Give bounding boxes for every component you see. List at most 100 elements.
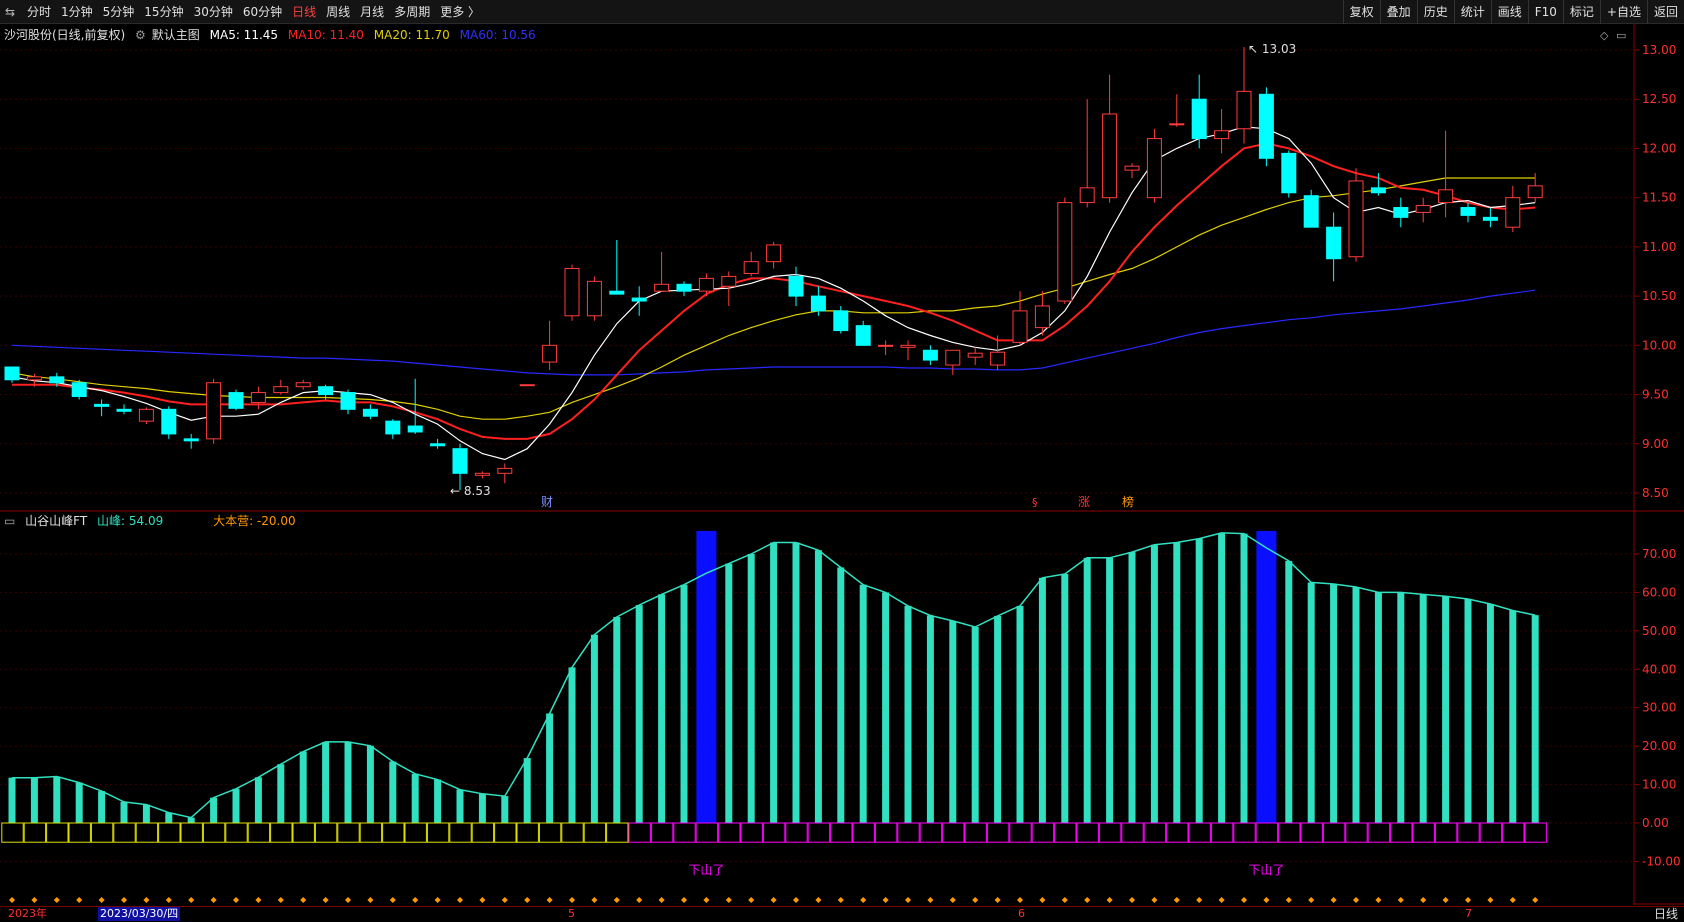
price-tick-label: 8.50 — [1642, 486, 1669, 500]
mountain-bar — [1352, 587, 1360, 823]
camp-box — [202, 822, 226, 843]
camp-box — [68, 822, 91, 843]
mountain-bar — [590, 634, 598, 823]
x-month-5: 5 — [568, 907, 575, 920]
candle-body — [1012, 310, 1028, 343]
mountain-bar — [725, 563, 733, 823]
mountain-bar — [501, 796, 509, 823]
candle-body — [990, 351, 1006, 366]
dot-marker — [1353, 897, 1359, 903]
mountain-bar — [1531, 615, 1539, 823]
dot-marker — [1308, 897, 1315, 903]
x-date-cursor: 2023/03/30/四 — [98, 907, 181, 921]
mountain-bar — [971, 627, 979, 823]
dot-marker — [770, 897, 777, 903]
camp-box — [1524, 822, 1547, 843]
dot-marker — [300, 897, 307, 903]
mountain-bar — [30, 777, 38, 823]
camp-box — [1031, 822, 1055, 843]
event-marker-bang: 榜 — [1122, 494, 1134, 509]
dot-marker — [322, 897, 329, 903]
kline-chart[interactable]: 13.00 12.50 12.00 11.50 11.00 10.50 10.00 9.50 9… — [0, 0, 1684, 905]
dot-marker — [210, 897, 217, 903]
candle-body — [721, 275, 737, 287]
mountain-bar — [210, 797, 218, 823]
candle-body — [564, 268, 580, 317]
candle-body — [766, 244, 782, 263]
candle-body — [318, 386, 334, 396]
candle-body — [116, 408, 132, 412]
camp-box — [1233, 822, 1256, 843]
mountain-bar — [568, 667, 576, 823]
mountain-bar — [1195, 538, 1203, 823]
dot-marker — [345, 897, 351, 903]
candle-body — [1258, 93, 1274, 159]
candle-body — [1393, 207, 1409, 218]
mountain-bar — [949, 620, 957, 823]
mountain-bar — [1307, 582, 1315, 823]
dot-marker — [1061, 897, 1068, 903]
candle-body — [743, 261, 759, 274]
dot-marker — [1173, 897, 1180, 903]
candle-body — [1460, 207, 1476, 216]
dot-marker — [1420, 897, 1427, 903]
dot-marker — [591, 897, 598, 903]
camp-box — [158, 822, 181, 843]
mountain-bar — [299, 751, 307, 823]
candle-body — [362, 408, 378, 417]
dot-marker — [479, 897, 486, 903]
dot-marker — [1106, 897, 1113, 903]
ind-tick-label: 30.00 — [1642, 701, 1676, 715]
camp-box — [449, 822, 472, 843]
candle-body — [1326, 226, 1342, 260]
dot-marker — [143, 897, 150, 903]
candle-body — [206, 382, 222, 440]
candle-body — [340, 392, 356, 410]
camp-box — [382, 822, 405, 843]
dot-marker — [1084, 897, 1091, 903]
camp-box — [919, 822, 943, 843]
ma60-line — [11, 289, 1536, 376]
dot-marker — [1285, 897, 1292, 903]
camp-box — [1143, 822, 1167, 843]
candle-body — [26, 376, 42, 381]
mountain-bar — [322, 741, 330, 823]
camp-box — [1166, 822, 1189, 843]
candle-body — [922, 349, 938, 361]
dot-marker — [1196, 897, 1203, 903]
mountain-bar — [1486, 603, 1494, 823]
candle-body — [1236, 90, 1252, 130]
candle-body — [1102, 113, 1118, 199]
mountain-bar — [187, 817, 195, 823]
mountain-bar — [994, 615, 1002, 823]
dot-marker — [725, 897, 732, 903]
candle-body — [1079, 187, 1095, 204]
event-marker-cai: 财 — [541, 495, 553, 509]
candle-body — [407, 425, 423, 433]
dot-marker — [31, 897, 38, 903]
dot-marker — [501, 897, 508, 903]
ind-tick-label: 50.00 — [1642, 624, 1676, 638]
dot-marker — [434, 897, 441, 903]
dot-marker — [367, 897, 374, 903]
dot-marker — [636, 897, 643, 903]
dot-marker — [255, 897, 262, 903]
dot-marker — [121, 897, 127, 903]
mountain-bar — [926, 615, 934, 823]
dot-marker — [546, 897, 553, 903]
camp-box — [1255, 822, 1279, 843]
camp-box — [583, 822, 607, 843]
dot-marker — [927, 897, 934, 903]
candle-body — [609, 290, 625, 295]
candle-body — [138, 408, 154, 422]
dot-marker — [613, 897, 620, 903]
mountain-bar — [1509, 610, 1517, 823]
camp-box — [1479, 822, 1503, 843]
candle-body — [900, 344, 916, 348]
mountain-bar — [165, 812, 173, 823]
dot-marker — [1532, 897, 1539, 903]
mountain-bar — [747, 554, 755, 823]
camp-box — [426, 822, 450, 843]
candle-body — [94, 403, 110, 407]
mountain-bar — [1173, 542, 1181, 823]
